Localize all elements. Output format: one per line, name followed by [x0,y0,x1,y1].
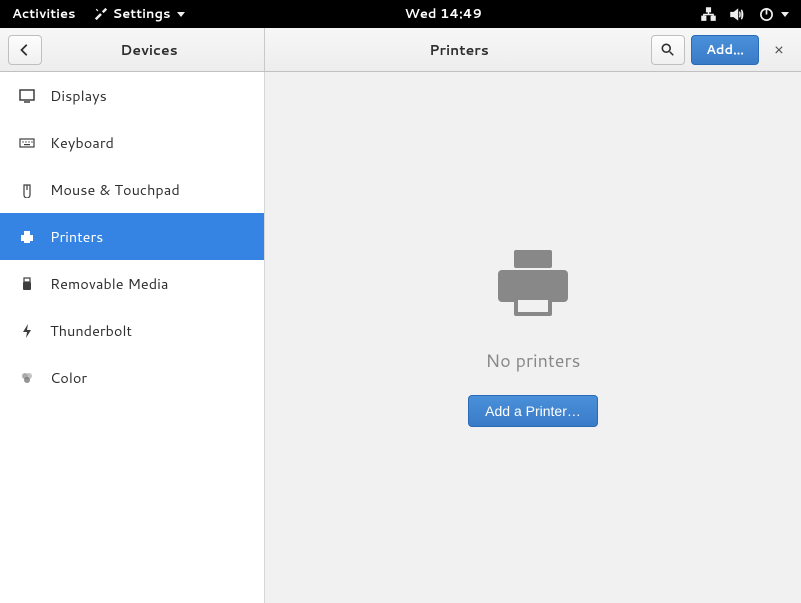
network-icon[interactable] [701,7,716,22]
sidebar-item-displays[interactable]: Displays [0,72,264,119]
usb-icon [18,275,36,293]
sidebar-item-mouse[interactable]: Mouse & Touchpad [0,166,264,213]
close-button[interactable]: × [765,35,793,65]
sidebar: Displays Keyboard Mouse & Touchpad Print… [0,72,265,603]
empty-state-text: No printers [486,347,581,373]
activities-button[interactable]: Activities [12,5,76,23]
mouse-icon [18,181,36,199]
printer-big-icon [492,248,574,325]
add-printer-button[interactable]: Add a Printer… [468,395,598,427]
page-title: Printers [273,40,645,60]
sidebar-item-label: Displays [50,85,107,106]
main-panel: No printers Add a Printer… [265,72,801,603]
sidebar-item-label: Mouse & Touchpad [50,179,180,200]
tools-icon [94,7,108,21]
sidebar-item-printers[interactable]: Printers [0,213,264,260]
search-icon [661,43,675,57]
gnome-topbar: Activities Settings Wed 14:49 [0,0,801,28]
back-button[interactable] [8,35,42,65]
sidebar-item-label: Keyboard [50,132,114,153]
displays-icon [18,87,36,105]
sidebar-item-removable[interactable]: Removable Media [0,260,264,307]
thunderbolt-icon [18,322,36,340]
sidebar-item-label: Printers [50,226,103,247]
sidebar-item-keyboard[interactable]: Keyboard [0,119,264,166]
sidebar-item-thunderbolt[interactable]: Thunderbolt [0,307,264,354]
chevron-left-icon [18,43,32,57]
search-button[interactable] [651,35,685,65]
headerbar-right: Printers Add… × [265,28,801,71]
chevron-down-icon [781,12,789,17]
sidebar-item-label: Thunderbolt [50,320,132,341]
clock[interactable]: Wed 14:49 [185,5,701,23]
app-menu-label: Settings [113,5,171,23]
sidebar-item-label: Color [50,367,87,388]
headerbar: Devices Printers Add… × [0,28,801,72]
power-icon [759,7,774,22]
sidebar-title: Devices [42,40,256,60]
chevron-down-icon [177,12,185,17]
add-button[interactable]: Add… [691,35,759,65]
headerbar-left: Devices [0,28,265,71]
settings-window: Devices Printers Add… × Displays Keyboar… [0,28,801,603]
app-menu[interactable]: Settings [94,5,186,23]
printer-icon [18,228,36,246]
system-menu[interactable] [759,7,789,22]
sidebar-item-label: Removable Media [50,273,168,294]
keyboard-icon [18,134,36,152]
color-icon [18,369,36,387]
close-icon: × [774,38,784,61]
sidebar-item-color[interactable]: Color [0,354,264,401]
volume-icon[interactable] [730,7,745,22]
content: Displays Keyboard Mouse & Touchpad Print… [0,72,801,603]
